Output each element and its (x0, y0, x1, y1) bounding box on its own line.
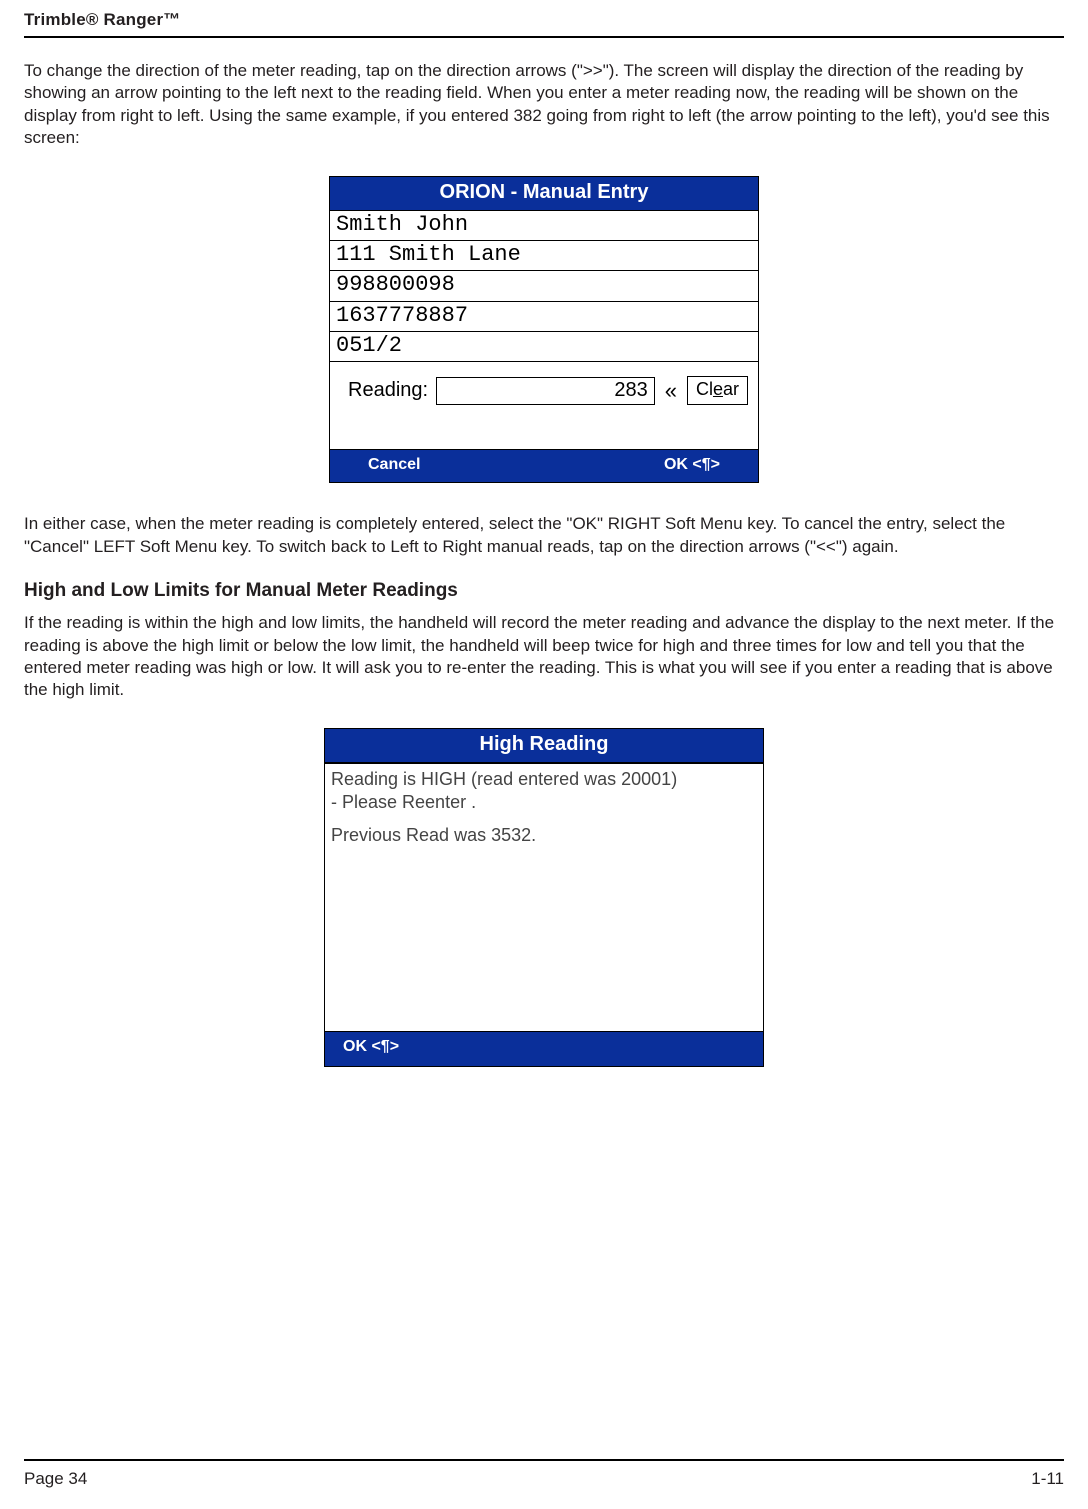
info-name: Smith John (330, 211, 758, 241)
footer-rule (24, 1459, 1064, 1461)
clear-button[interactable]: Clear (687, 376, 748, 405)
info-account: 998800098 (330, 271, 758, 301)
doc-header: Trimble® Ranger™ (24, 10, 1064, 30)
reading-input[interactable]: 283 (436, 377, 655, 405)
clear-prefix: Cl (696, 379, 713, 399)
figure-high-reading: High Reading Reading is HIGH (read enter… (24, 728, 1064, 1067)
clear-accel: e (713, 379, 723, 399)
reading-row: Reading: 283 « Clear (330, 362, 758, 449)
page-number-right: 1-11 (1031, 1469, 1064, 1489)
msg-line-2: - Please Reenter . (331, 791, 757, 814)
window-title-high: High Reading (325, 729, 763, 763)
direction-arrow-icon[interactable]: « (663, 378, 679, 404)
message-body: Reading is HIGH (read entered was 20001)… (325, 763, 763, 1031)
page-footer: Page 34 1-11 (24, 1459, 1064, 1489)
msg-line-1: Reading is HIGH (read entered was 20001) (331, 768, 757, 791)
window-title: ORION - Manual Entry (330, 177, 758, 211)
soft-key-cancel[interactable]: Cancel (368, 456, 420, 474)
device-screen-high-reading: High Reading Reading is HIGH (read enter… (324, 728, 764, 1067)
paragraph-after-fig1: In either case, when the meter reading i… (24, 513, 1064, 558)
paragraph-limits: If the reading is within the high and lo… (24, 612, 1064, 702)
info-route: 051/2 (330, 332, 758, 362)
reading-label: Reading: (340, 379, 428, 402)
figure-manual-entry: ORION - Manual Entry Smith John 111 Smit… (24, 176, 1064, 483)
soft-key-bar: Cancel OK <¶> (330, 449, 758, 482)
soft-key-bar-high: OK <¶> (325, 1031, 763, 1066)
section-heading: High and Low Limits for Manual Meter Rea… (24, 580, 1064, 602)
device-screen-manual-entry: ORION - Manual Entry Smith John 111 Smit… (329, 176, 759, 483)
clear-suffix: ar (723, 379, 739, 399)
info-address: 111 Smith Lane (330, 241, 758, 271)
soft-key-ok-high[interactable]: OK <¶> (343, 1038, 399, 1055)
msg-line-3: Previous Read was 3532. (331, 824, 757, 847)
info-meter: 1637778887 (330, 302, 758, 332)
soft-key-ok[interactable]: OK <¶> (664, 456, 720, 474)
paragraph-intro: To change the direction of the meter rea… (24, 60, 1064, 150)
page-number-left: Page 34 (24, 1469, 87, 1489)
